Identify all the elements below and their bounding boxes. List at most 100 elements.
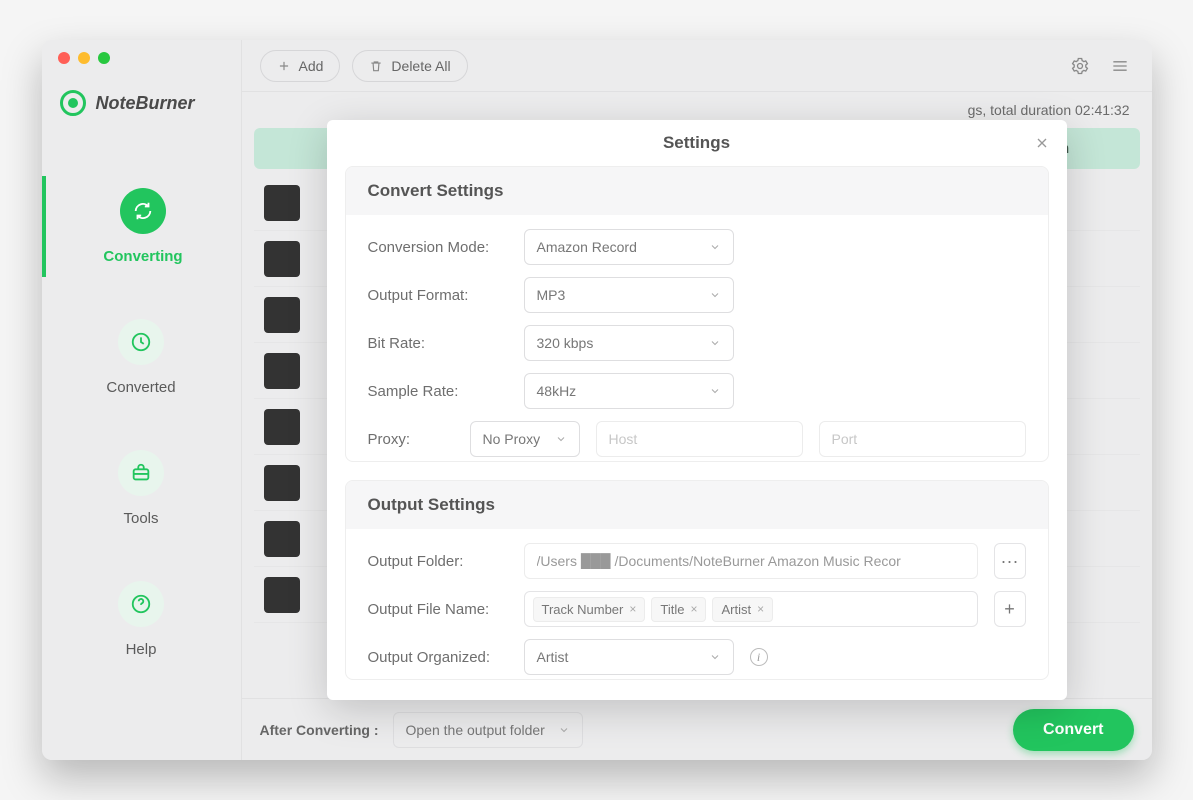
output-file-name-tags[interactable]: Track Number × Title × Artist ×	[524, 591, 978, 627]
tracks-summary: gs, total duration 02:41:32	[242, 92, 1152, 122]
sample-rate-label: Sample Rate:	[368, 383, 508, 400]
window-minimize-button[interactable]	[78, 52, 90, 64]
after-converting-value: Open the output folder	[406, 722, 545, 738]
app-name: NoteBurner	[96, 93, 195, 114]
chevron-down-icon	[709, 289, 721, 301]
after-converting-label: After Converting :	[260, 722, 379, 738]
chevron-down-icon	[709, 651, 721, 663]
output-settings-title: Output Settings	[346, 481, 1048, 529]
track-artwork	[264, 185, 300, 221]
proxy-host-input[interactable]	[596, 421, 803, 457]
chevron-down-icon	[709, 241, 721, 253]
info-icon[interactable]: i	[750, 648, 768, 666]
hamburger-icon	[1110, 56, 1130, 76]
remove-tag-icon[interactable]: ×	[757, 602, 764, 616]
settings-modal: Settings Convert Settings Conversion Mod…	[327, 120, 1067, 700]
file-name-tag[interactable]: Artist ×	[712, 597, 773, 622]
after-converting-select[interactable]: Open the output folder	[393, 712, 583, 748]
footer-bar: After Converting : Open the output folde…	[242, 698, 1152, 760]
output-settings-section: Output Settings Output Folder: ··· Outpu…	[345, 480, 1049, 680]
output-format-select[interactable]: MP3	[524, 277, 734, 313]
output-organized-value: Artist	[537, 649, 569, 665]
bit-rate-label: Bit Rate:	[368, 335, 508, 352]
app-window: NoteBurner Converting Converted	[42, 40, 1152, 760]
clock-icon	[118, 319, 164, 365]
chevron-down-icon	[709, 337, 721, 349]
conversion-mode-label: Conversion Mode:	[368, 239, 508, 256]
sidebar-item-tools[interactable]: Tools	[42, 438, 241, 539]
window-controls	[42, 40, 242, 90]
sidebar-item-label: Help	[126, 641, 157, 658]
remove-tag-icon[interactable]: ×	[629, 602, 636, 616]
convert-button[interactable]: Convert	[1013, 709, 1133, 751]
output-organized-label: Output Organized:	[368, 649, 508, 666]
track-artwork	[264, 465, 300, 501]
modal-close-button[interactable]	[1031, 132, 1053, 154]
convert-settings-section: Convert Settings Conversion Mode: Amazon…	[345, 166, 1049, 462]
sidebar-item-help[interactable]: Help	[42, 569, 241, 670]
output-folder-input[interactable]	[524, 543, 978, 579]
track-artwork	[264, 521, 300, 557]
sidebar: NoteBurner Converting Converted	[42, 40, 242, 760]
proxy-port-input[interactable]	[819, 421, 1026, 457]
sidebar-item-label: Tools	[123, 510, 158, 527]
sidebar-item-label: Converting	[103, 248, 182, 265]
chevron-down-icon	[555, 433, 567, 445]
chevron-down-icon	[709, 385, 721, 397]
file-name-tag[interactable]: Track Number ×	[533, 597, 646, 622]
modal-header: Settings	[327, 120, 1067, 166]
track-artwork	[264, 297, 300, 333]
delete-all-button[interactable]: Delete All	[352, 50, 467, 82]
track-artwork	[264, 353, 300, 389]
menu-button[interactable]	[1106, 52, 1134, 80]
track-artwork	[264, 409, 300, 445]
bit-rate-select[interactable]: 320 kbps	[524, 325, 734, 361]
main-panel: Add Delete All gs, total duration 02:41:…	[242, 40, 1152, 760]
conversion-mode-value: Amazon Record	[537, 239, 637, 255]
add-button[interactable]: Add	[260, 50, 341, 82]
window-zoom-button[interactable]	[98, 52, 110, 64]
close-icon	[1034, 135, 1050, 151]
tag-label: Title	[660, 602, 684, 617]
output-format-value: MP3	[537, 287, 566, 303]
add-button-label: Add	[299, 58, 324, 74]
remove-tag-icon[interactable]: ×	[690, 602, 697, 616]
toolbox-icon	[118, 450, 164, 496]
settings-modal-backdrop: Settings Convert Settings Conversion Mod…	[242, 92, 1152, 760]
plus-icon	[277, 59, 291, 73]
sample-rate-value: 48kHz	[537, 383, 577, 399]
track-artwork	[264, 577, 300, 613]
sample-rate-select[interactable]: 48kHz	[524, 373, 734, 409]
tag-label: Artist	[721, 602, 751, 617]
conversion-mode-select[interactable]: Amazon Record	[524, 229, 734, 265]
window-close-button[interactable]	[58, 52, 70, 64]
tag-label: Track Number	[542, 602, 624, 617]
sidebar-item-converting[interactable]: Converting	[42, 176, 241, 277]
trash-icon	[369, 59, 383, 73]
modal-title: Settings	[663, 133, 730, 153]
settings-button[interactable]	[1066, 52, 1094, 80]
delete-all-label: Delete All	[391, 58, 450, 74]
browse-folder-button[interactable]: ···	[994, 543, 1026, 579]
chevron-down-icon	[558, 724, 570, 736]
sidebar-item-converted[interactable]: Converted	[42, 307, 241, 408]
help-icon	[118, 581, 164, 627]
sidebar-item-label: Converted	[106, 379, 175, 396]
output-folder-label: Output Folder:	[368, 553, 508, 570]
file-name-tag[interactable]: Title ×	[651, 597, 706, 622]
output-format-label: Output Format:	[368, 287, 508, 304]
track-artwork	[264, 241, 300, 277]
add-tag-button[interactable]: +	[994, 591, 1026, 627]
proxy-label: Proxy:	[368, 431, 454, 448]
proxy-value: No Proxy	[483, 431, 541, 447]
output-organized-select[interactable]: Artist	[524, 639, 734, 675]
convert-settings-title: Convert Settings	[346, 167, 1048, 215]
bit-rate-value: 320 kbps	[537, 335, 594, 351]
sidebar-nav: Converting Converted Tools	[42, 146, 241, 700]
toolbar: Add Delete All	[242, 40, 1152, 92]
refresh-icon	[120, 188, 166, 234]
app-logo-icon	[60, 90, 86, 116]
gear-icon	[1070, 56, 1090, 76]
proxy-select[interactable]: No Proxy	[470, 421, 580, 457]
output-file-name-label: Output File Name:	[368, 601, 508, 618]
